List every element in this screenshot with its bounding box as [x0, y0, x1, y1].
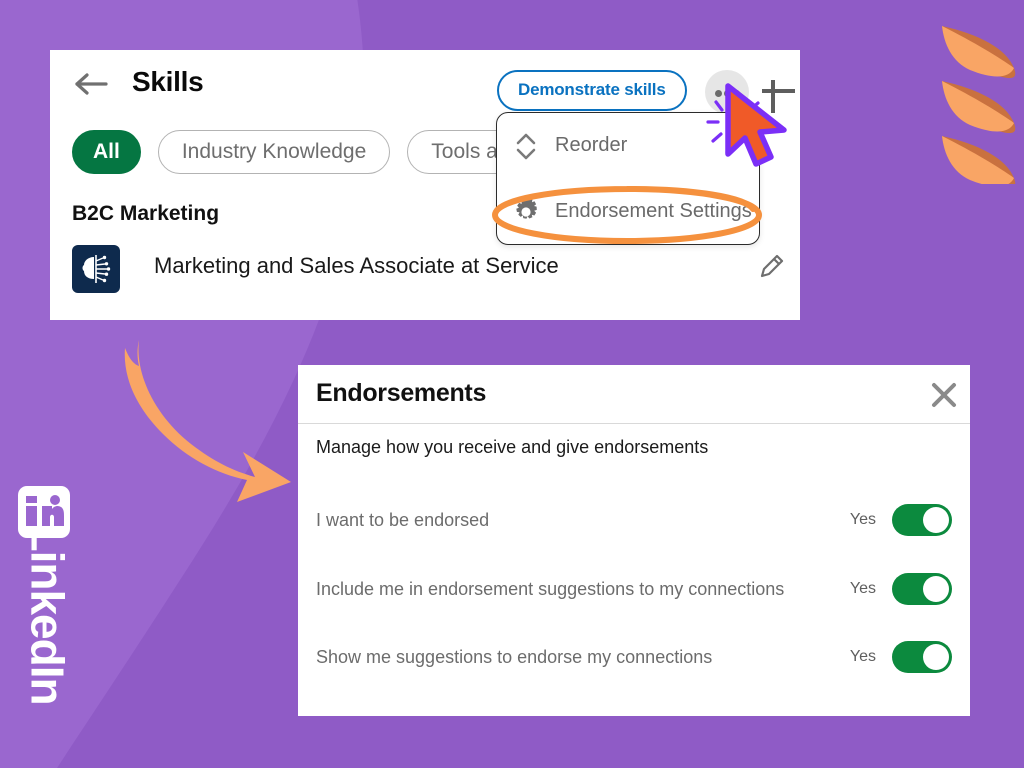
skill-list-item: Marketing and Sales Associate at Service — [72, 245, 784, 301]
setting-state: Yes — [849, 648, 876, 665]
setting-label: I want to be endorsed — [316, 509, 490, 530]
dialog-header: Endorsements — [298, 365, 970, 424]
menu-item-endorsement-settings[interactable]: Endorsement Settings — [497, 179, 759, 244]
setting-label: Include me in endorsement suggestions to… — [316, 578, 785, 599]
skill-name: Marketing and Sales Associate at Service — [154, 253, 559, 278]
add-skill-button[interactable] — [757, 70, 799, 113]
gear-icon — [497, 197, 555, 227]
pointer-arrow-decoration — [124, 340, 291, 502]
linkedin-logo: LinkedIn — [18, 486, 74, 748]
toggle-be-endorsed[interactable] — [892, 504, 952, 536]
demonstrate-skills-button[interactable]: Demonstrate skills — [497, 70, 687, 111]
overflow-dropdown-menu: Reorder Endorsement Settings — [496, 112, 760, 245]
brain-circuit-icon — [72, 245, 120, 293]
ellipsis-icon — [733, 90, 740, 97]
chip-all[interactable]: All — [72, 130, 141, 174]
back-arrow-icon[interactable] — [72, 70, 110, 98]
endorsements-dialog: Endorsements Manage how you receive and … — [298, 365, 970, 716]
setting-row-be-endorsed: I want to be endorsed Yes — [316, 500, 952, 540]
petal-decoration — [942, 26, 1016, 184]
ellipsis-icon — [724, 90, 731, 97]
chip-industry-knowledge[interactable]: Industry Knowledge — [157, 130, 391, 174]
dialog-title: Endorsements — [316, 379, 487, 407]
setting-row-include-in-suggestions: Include me in endorsement suggestions to… — [316, 569, 952, 609]
toggle-show-suggestions[interactable] — [892, 641, 952, 673]
setting-state: Yes — [849, 511, 876, 528]
linkedin-wordmark: LinkedIn — [21, 523, 74, 705]
screenshot-root: LinkedIn Skills Demonstrate skills All I… — [0, 0, 1024, 768]
dialog-subtitle: Manage how you receive and give endorsem… — [316, 437, 709, 457]
page-title: Skills — [132, 66, 204, 97]
toggle-knob — [923, 644, 949, 670]
setting-label: Show me suggestions to endorse my connec… — [316, 646, 713, 667]
menu-item-label: Reorder — [555, 134, 628, 156]
toggle-knob — [923, 576, 949, 602]
ellipsis-icon — [715, 90, 722, 97]
overflow-menu-button[interactable] — [705, 70, 749, 114]
setting-state: Yes — [849, 580, 876, 597]
toggle-knob — [923, 507, 949, 533]
skills-header: Skills Demonstrate skills — [50, 50, 800, 116]
menu-item-reorder[interactable]: Reorder — [497, 113, 759, 178]
reorder-chevrons-icon — [497, 129, 555, 163]
pencil-icon[interactable] — [755, 251, 787, 283]
setting-row-show-suggestions: Show me suggestions to endorse my connec… — [316, 637, 952, 677]
close-icon[interactable] — [930, 381, 958, 409]
skill-group-title: B2C Marketing — [72, 202, 220, 225]
menu-item-label: Endorsement Settings — [555, 200, 752, 222]
toggle-include-in-suggestions[interactable] — [892, 573, 952, 605]
